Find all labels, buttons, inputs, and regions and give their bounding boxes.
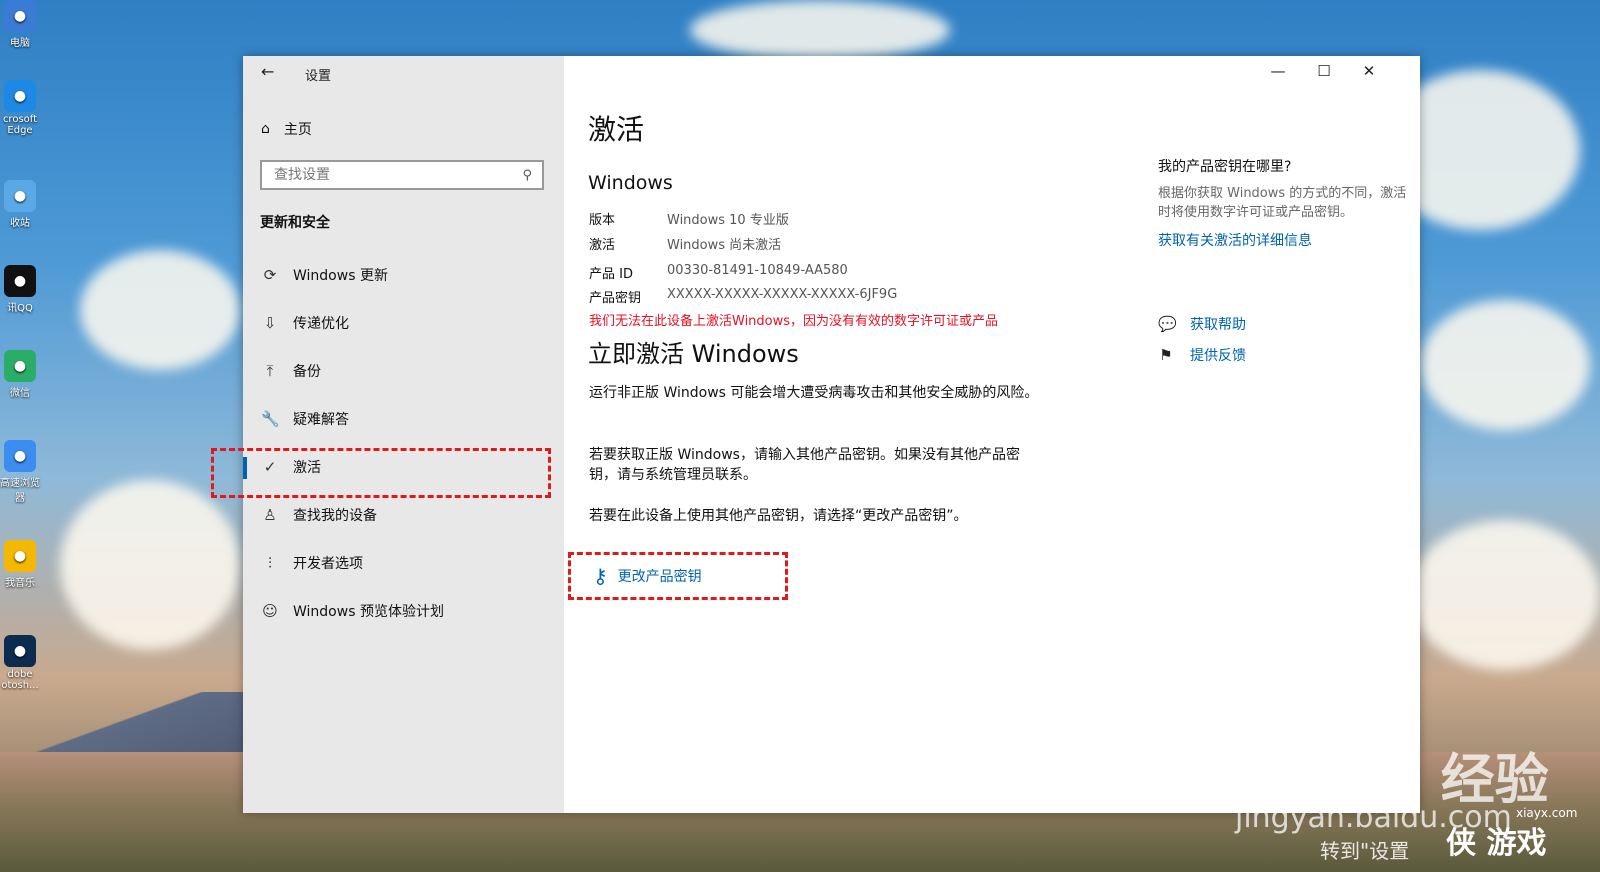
info-value: Windows 10 专业版	[667, 213, 789, 228]
brand-watermark: 侠 游戏	[1446, 826, 1547, 861]
caption-watermark: 转到"设置	[1320, 839, 1410, 863]
get-help-label: 获取帮助	[1190, 317, 1246, 333]
delivery-icon: ⇩	[263, 314, 277, 332]
highlight-change-key	[568, 552, 788, 600]
insider-icon: ☺	[262, 602, 278, 620]
paragraph-change-key: 若要在此设备上使用其他产品密钥，请选择“更改产品密钥”。	[589, 508, 968, 524]
wrench-icon: 🔧	[261, 410, 280, 428]
edge-icon: ●	[4, 80, 36, 112]
person-pin-icon: ♙	[263, 506, 277, 524]
sidebar-item[interactable]: ☺ Windows 预览体验计划	[243, 587, 564, 635]
settings-window: ← 设置 ⌂ 主页 ⚲ 更新和安全 ⟳ Windows 更新 ⇩ 传递优化 ⤒ 备份 🔧 疑难…	[243, 56, 1420, 813]
section-heading: 更新和安全	[260, 215, 330, 231]
info-value: 00330-81491-10849-AA580	[667, 263, 848, 278]
desktop-icon[interactable]: ● 收站	[0, 180, 40, 229]
home-icon: ⌂	[261, 121, 270, 137]
sidebar-item[interactable]: ⤒ 备份	[243, 347, 564, 395]
desktop-icon-label: 我音乐	[5, 578, 35, 589]
desktop-icon-label: dobe otosh...	[1, 669, 39, 691]
info-row-product-id: 产品 ID 00330-81491-10849-AA580	[589, 263, 848, 282]
music-icon: ●	[4, 540, 36, 572]
activate-now-title: 立即激活 Windows	[588, 340, 799, 368]
get-help-link[interactable]: 💬 获取帮助	[1158, 314, 1246, 334]
desktop-icon-label: 收站	[10, 218, 30, 229]
paragraph-risk: 运行非正版 Windows 可能会增大遭受病毒攻击和其他安全威胁的风险。	[589, 385, 1039, 401]
recycle-bin-icon: ●	[4, 180, 36, 212]
page-title: 激活	[588, 113, 645, 146]
feedback-icon: ⚑	[1159, 346, 1173, 364]
desktop-icon[interactable]: ● 讯QQ	[0, 265, 40, 314]
desktop-icon[interactable]: ● 高速浏览器	[0, 440, 40, 504]
sidebar: ← 设置 ⌂ 主页 ⚲ 更新和安全 ⟳ Windows 更新 ⇩ 传递优化 ⤒ 备份 🔧 疑难…	[243, 56, 564, 813]
search-input[interactable]	[272, 166, 523, 184]
paragraph-get-genuine: 若要获取正版 Windows，请输入其他产品密钥。如果没有其他产品密钥，请与系统…	[589, 447, 1020, 483]
sidebar-item[interactable]: ⫶ 开发者选项	[243, 539, 564, 587]
info-value: XXXXX-XXXXX-XXXXX-XXXXX-6JF9G	[667, 287, 898, 302]
help-panel: 我的产品密钥在哪里? 根据你获取 Windows 的方式的不同，激活时将使用数字…	[1158, 156, 1418, 250]
sidebar-item[interactable]: ⟳ Windows 更新	[243, 251, 564, 299]
back-arrow-icon[interactable]: ←	[261, 62, 274, 81]
wechat-icon: ●	[4, 350, 36, 382]
sidebar-item-label: 开发者选项	[293, 556, 363, 572]
developer-icon: ⫶	[268, 554, 272, 572]
refresh-icon: ⟳	[263, 266, 277, 284]
backup-icon: ⤒	[266, 362, 274, 380]
desktop-icon-label: 讯QQ	[7, 303, 33, 314]
desktop-icon-label: 微信	[10, 388, 30, 399]
chat-icon: 💬	[1158, 315, 1177, 333]
minimize-button[interactable]: —	[1263, 62, 1293, 80]
sidebar-item-home[interactable]: ⌂ 主页	[261, 119, 312, 139]
info-key: 产品密钥	[589, 291, 642, 306]
sidebar-item-label: 备份	[293, 364, 321, 380]
sidebar-item-label: 疑难解答	[293, 412, 349, 428]
desktop-icon[interactable]: ● 电脑	[0, 0, 40, 49]
activation-error: 我们无法在此设备上激活Windows，因为没有有效的数字许可证或产品	[589, 314, 999, 329]
computer-icon: ●	[4, 0, 36, 32]
info-key: 产品 ID	[589, 267, 633, 282]
qq-icon: ●	[4, 265, 36, 297]
desktop-icon-label: 电脑	[10, 38, 30, 49]
desktop-icon[interactable]: ● 我音乐	[0, 540, 40, 589]
desktop-icon[interactable]: ● dobe otosh...	[0, 635, 40, 691]
info-row-activation: 激活 Windows 尚未激活	[589, 234, 781, 253]
sidebar-item[interactable]: ⇩ 传递优化	[243, 299, 564, 347]
sidebar-item-label: 查找我的设备	[293, 508, 377, 524]
info-row-product-key: 产品密钥 XXXXX-XXXXX-XXXXX-XXXXX-6JF9G	[589, 287, 897, 306]
info-key: 激活	[589, 238, 616, 253]
section-windows-title: Windows	[588, 172, 673, 194]
maximize-button[interactable]: ☐	[1309, 62, 1339, 80]
sidebar-item-label: Windows 预览体验计划	[293, 604, 444, 620]
feedback-label: 提供反馈	[1190, 348, 1246, 364]
search-icon[interactable]: ⚲	[522, 168, 532, 183]
sidebar-item[interactable]: ♙ 查找我的设备	[243, 491, 564, 539]
browser-icon: ●	[4, 440, 36, 472]
info-row-edition: 版本 Windows 10 专业版	[589, 209, 789, 228]
photoshop-icon: ●	[4, 635, 36, 667]
sidebar-item-label: Windows 更新	[293, 268, 388, 284]
desktop-icon-label: 高速浏览器	[0, 478, 40, 504]
help-text: 根据你获取 Windows 的方式的不同，激活时将使用数字许可证或产品密钥。	[1158, 186, 1407, 220]
desktop-icon[interactable]: ● crosoft Edge	[0, 80, 40, 136]
close-button[interactable]: ✕	[1354, 62, 1384, 80]
activation-info-link[interactable]: 获取有关激活的详细信息	[1158, 230, 1418, 250]
window-title: 设置	[305, 69, 332, 84]
info-value: Windows 尚未激活	[667, 238, 782, 253]
info-key: 版本	[589, 213, 616, 228]
desktop-icon[interactable]: ● 微信	[0, 350, 40, 399]
home-label: 主页	[283, 122, 312, 138]
feedback-link[interactable]: ⚑ 提供反馈	[1158, 345, 1246, 365]
desktop-icon-label: crosoft Edge	[2, 114, 38, 136]
sidebar-item[interactable]: 🔧 疑难解答	[243, 395, 564, 443]
search-box[interactable]: ⚲	[260, 160, 544, 190]
sidebar-nav: ⟳ Windows 更新 ⇩ 传递优化 ⤒ 备份 🔧 疑难解答 ✓ 激活 ♙ 查找我的设备 ⫶ 开发者选项…	[243, 251, 564, 635]
sidebar-item-label: 传递优化	[293, 316, 349, 332]
highlight-activation-item	[211, 448, 551, 498]
help-heading: 我的产品密钥在哪里?	[1158, 159, 1292, 175]
